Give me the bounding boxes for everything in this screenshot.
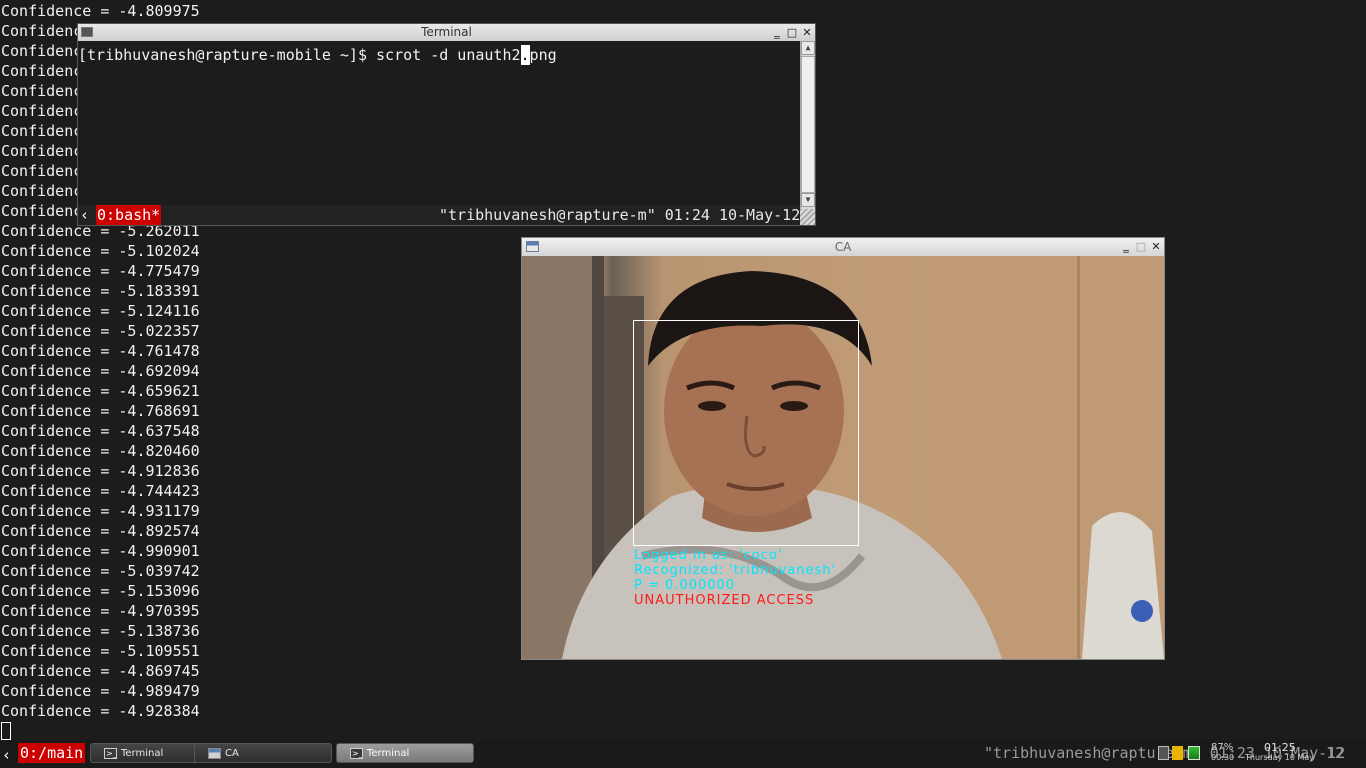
taskbar-item-terminal-2[interactable]: Terminal: [336, 743, 474, 764]
battery-percent: 87%: [1211, 742, 1234, 753]
tmux-status-right: "tribhuvanesh@rapture-m" 01:24 10-May-12: [439, 206, 801, 224]
output-line: Confidence = -5.109551: [1, 642, 200, 660]
output-line: Confidence = -4.869745: [1, 662, 200, 680]
prompt-tail: png: [529, 46, 557, 64]
battery-icon[interactable]: [1188, 746, 1200, 760]
tmux-window-label: 0:/main: [18, 743, 86, 763]
window-icon: [526, 241, 539, 252]
resize-grip-icon[interactable]: [800, 209, 815, 225]
output-line: Confidence = -5.183391: [1, 282, 200, 300]
logged-in-label: Logged in as: 'coco': [634, 548, 783, 563]
command-line: [tribhuvanesh@rapture-mobile ~]$ scrot -…: [78, 45, 557, 65]
output-line: Confidence = -4.761478: [1, 342, 200, 360]
probability-label: P = 0.000000: [634, 578, 736, 593]
output-line: Confidence = -5.138736: [1, 622, 200, 640]
terminal-cursor: [1, 722, 11, 740]
scroll-down-icon[interactable]: ▼: [801, 193, 815, 207]
scroll-up-icon[interactable]: ▲: [801, 41, 815, 55]
taskbar-item-ca[interactable]: CA: [194, 743, 332, 763]
output-line: Confidence = -4.892574: [1, 522, 200, 540]
maximize-button[interactable]: □: [1134, 238, 1148, 255]
face-detection-box: [633, 320, 859, 546]
text-cursor: .: [520, 45, 530, 65]
notification-icon[interactable]: [1172, 746, 1183, 760]
close-button[interactable]: ✕: [800, 24, 814, 41]
status-left-marker: ‹: [80, 206, 90, 224]
unauthorized-warning: UNAUTHORIZED ACCESS: [634, 593, 815, 608]
output-line: Confidence = -5.022357: [1, 322, 200, 340]
close-button[interactable]: ✕: [1149, 238, 1163, 255]
taskbar-item-label: Terminal: [367, 748, 410, 759]
scroll-thumb[interactable]: [801, 56, 815, 193]
terminal-titlebar[interactable]: Terminal ‗ □ ✕: [78, 24, 815, 41]
status-left-marker: ‹: [2, 746, 12, 764]
terminal-window[interactable]: Terminal ‗ □ ✕ [tribhuvanesh@rapture-mob…: [77, 23, 816, 226]
output-line: Confidence = -4.809975: [1, 2, 200, 20]
ca-window[interactable]: CA ‗ □ ✕ Logged in as: 'coco' Recognized…: [521, 237, 1165, 660]
output-line: Confidence = -4.970395: [1, 602, 200, 620]
status-end-marker: 12: [1326, 744, 1345, 762]
output-line: Confidence = -5.039742: [1, 562, 200, 580]
output-line: Confidence = -4.912836: [1, 462, 200, 480]
terminal-icon: [350, 744, 363, 764]
tmux-window-label: 0:bash*: [96, 205, 162, 225]
ca-title: CA: [834, 240, 852, 254]
output-line: Confidence = -4.931179: [1, 502, 200, 520]
output-line: Confidence = -4.820460: [1, 442, 200, 460]
maximize-button[interactable]: □: [785, 24, 799, 41]
terminal-tmux-status: ‹ 0:bash* "tribhuvanesh@rapture-m" 01:24…: [78, 205, 800, 225]
terminal-icon: [104, 744, 117, 764]
clipboard-icon[interactable]: [1158, 746, 1169, 760]
output-line: Confidence = -5.124116: [1, 302, 200, 320]
terminal-icon: [81, 27, 93, 37]
output-line: Confidence = -4.637548: [1, 422, 200, 440]
date: Thursday 10 May: [1245, 753, 1315, 762]
battery-time: 00:30: [1211, 753, 1235, 762]
output-line: Confidence = -4.990901: [1, 542, 200, 560]
camera-feed: Logged in as: 'coco' Recognized: 'tribhu…: [522, 256, 1164, 659]
window-icon: [208, 748, 221, 759]
terminal-title: Terminal: [421, 25, 472, 39]
terminal-scrollbar[interactable]: ▲ ▼: [800, 41, 815, 209]
output-line: Confidence = -4.659621: [1, 382, 200, 400]
ca-titlebar[interactable]: CA ‗ □ ✕: [522, 238, 1164, 256]
terminal-body[interactable]: [tribhuvanesh@rapture-mobile ~]$ scrot -…: [78, 41, 800, 205]
minimize-button[interactable]: ‗: [1119, 238, 1133, 255]
prompt-text: [tribhuvanesh@rapture-mobile ~]$ scrot -…: [78, 46, 521, 64]
output-line: Confidence = -4.989479: [1, 682, 200, 700]
output-line: Confidence = -4.768691: [1, 402, 200, 420]
taskbar-item-label: Terminal: [121, 748, 164, 759]
output-line: Confidence = -4.744423: [1, 482, 200, 500]
recognized-label: Recognized: 'tribhuvanesh': [634, 563, 837, 578]
system-tray: 87% 00:30 01:25 Thursday 10 May: [1150, 741, 1316, 766]
output-line: Confidence = -4.928384: [1, 702, 200, 720]
taskbar-item-label: CA: [225, 748, 239, 759]
output-line: Confidence = -5.102024: [1, 242, 200, 260]
output-line: Confidence = -5.153096: [1, 582, 200, 600]
minimize-button[interactable]: ‗: [770, 24, 784, 41]
output-line: Confidence = -4.692094: [1, 362, 200, 380]
output-line: Confidence = -4.775479: [1, 262, 200, 280]
